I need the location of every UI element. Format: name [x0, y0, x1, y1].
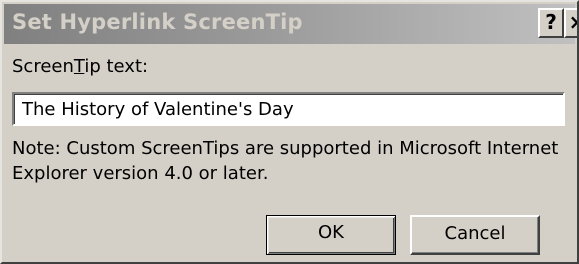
- label-prefix: Screen: [12, 56, 74, 77]
- cancel-button[interactable]: Cancel: [410, 215, 540, 255]
- help-button[interactable]: ?: [538, 8, 564, 38]
- compatibility-note: Note: Custom ScreenTips are supported in…: [12, 138, 559, 184]
- close-icon[interactable]: ×: [564, 8, 577, 38]
- ok-button[interactable]: OK: [266, 215, 396, 255]
- title-bar[interactable]: Set Hyperlink ScreenTip ? ×: [4, 4, 577, 44]
- label-suffix: ip text:: [84, 56, 149, 77]
- label-mnemonic: T: [73, 56, 85, 77]
- screentip-text-label: ScreenTip text:: [12, 56, 148, 77]
- set-hyperlink-screentip-dialog: Set Hyperlink ScreenTip ? × ScreenTip te…: [0, 0, 579, 264]
- screentip-text-input[interactable]: [12, 92, 565, 126]
- dialog-title: Set Hyperlink ScreenTip: [12, 10, 303, 34]
